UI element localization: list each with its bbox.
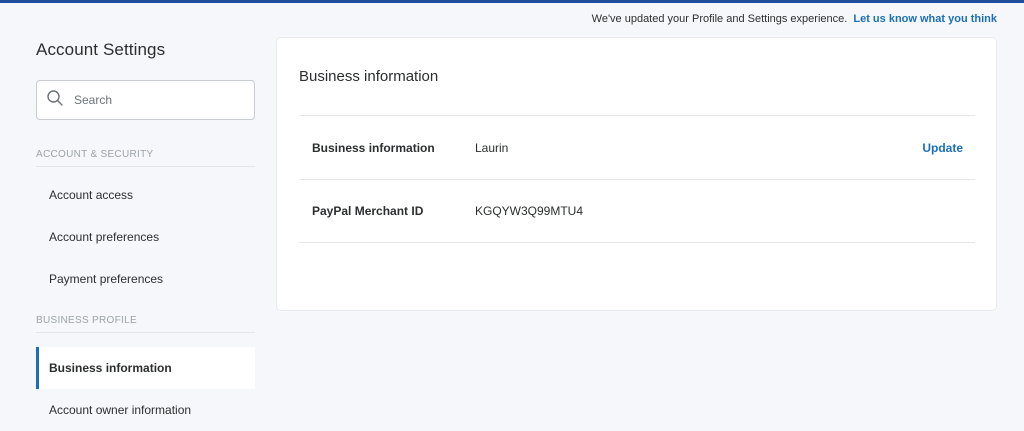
search-box[interactable]	[36, 80, 255, 120]
notice-text: We've updated your Profile and Settings …	[591, 13, 848, 25]
business-information-card: Business information Business informatio…	[276, 37, 997, 311]
update-button[interactable]: Update	[922, 141, 963, 155]
search-input[interactable]	[74, 93, 244, 107]
sidebar-item-account-access[interactable]: Account access	[36, 174, 255, 216]
search-icon	[46, 89, 64, 112]
business-profile-nav: Business information Account owner infor…	[36, 347, 255, 431]
feedback-link[interactable]: Let us know what you think	[853, 13, 997, 25]
merchant-id-row: PayPal Merchant ID KGQYW3Q99MTU4	[299, 179, 975, 243]
settings-sidebar: Account Settings ACCOUNT & SECURITY Acco…	[36, 40, 255, 431]
business-name-value: Laurin	[475, 140, 509, 155]
page-title: Business information	[299, 68, 439, 85]
sidebar-item-business-information[interactable]: Business information	[36, 347, 255, 389]
account-security-nav: Account access Account preferences Payme…	[36, 174, 255, 300]
section-label-business-profile: BUSINESS PROFILE	[36, 315, 255, 333]
merchant-id-value: KGQYW3Q99MTU4	[475, 204, 584, 218]
sidebar-item-account-preferences[interactable]: Account preferences	[36, 216, 255, 258]
top-accent-bar	[0, 0, 1024, 3]
row-label-business-information: Business information	[312, 140, 435, 155]
sidebar-item-payment-preferences[interactable]: Payment preferences	[36, 258, 255, 300]
business-information-row: Business information Laurin Update	[299, 115, 975, 179]
row-label-merchant-id: PayPal Merchant ID	[312, 204, 424, 218]
sidebar-title: Account Settings	[36, 40, 166, 59]
feedback-notice: We've updated your Profile and Settings …	[592, 13, 997, 25]
section-label-account-security: ACCOUNT & SECURITY	[36, 149, 255, 167]
sidebar-item-account-owner-information[interactable]: Account owner information	[36, 389, 255, 431]
